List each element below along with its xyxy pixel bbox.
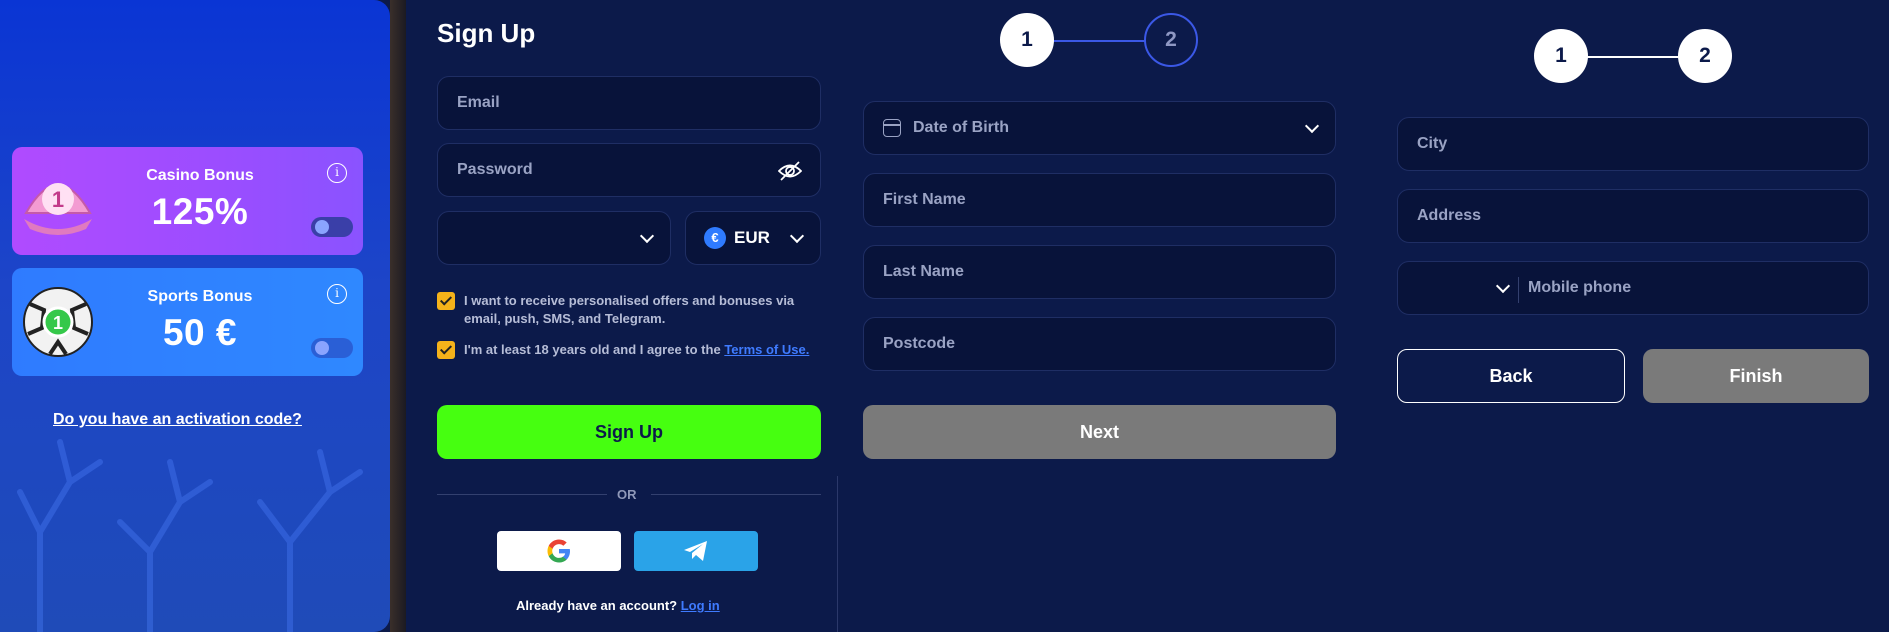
sign-up-button[interactable]: Sign Up [437, 405, 821, 459]
age-terms-checkbox[interactable] [437, 341, 455, 359]
dob-placeholder: Date of Birth [913, 119, 1009, 136]
address-field[interactable]: Address [1397, 189, 1869, 243]
terms-of-use-link[interactable]: Terms of Use. [724, 342, 809, 357]
step-2-indicator: 2 [1678, 29, 1732, 83]
postcode-placeholder: Postcode [883, 335, 956, 352]
password-placeholder: Password [457, 161, 533, 178]
address-placeholder: Address [1417, 207, 1482, 224]
activation-code-link[interactable]: Do you have an activation code? [53, 411, 302, 429]
step-1-indicator: 1 [1000, 13, 1054, 67]
last-name-placeholder: Last Name [883, 263, 964, 280]
log-in-link[interactable]: Log in [681, 598, 720, 613]
chevron-down-icon [789, 228, 805, 244]
google-login-button[interactable] [497, 531, 621, 571]
info-icon[interactable]: i [327, 284, 347, 304]
offers-checkbox[interactable] [437, 292, 455, 310]
casino-bonus-card[interactable]: 1 Casino Bonus 125% i [12, 147, 363, 255]
eye-off-icon[interactable] [778, 160, 802, 182]
login-prompt: Already have an account? Log in [516, 598, 720, 613]
google-icon [547, 539, 570, 563]
casino-bonus-title: Casino Bonus [146, 167, 254, 184]
column-divider [837, 476, 838, 632]
page: 1 Casino Bonus 125% i 1 Sports Bonus 50 … [0, 0, 1889, 632]
phone-code-divider [1518, 277, 1519, 303]
city-field[interactable]: City [1397, 117, 1869, 171]
or-label: OR [617, 487, 637, 502]
telegram-icon [684, 541, 707, 561]
account-prompt-text: Already have an account? [516, 598, 681, 613]
country-select[interactable] [437, 211, 671, 265]
back-button[interactable]: Back [1397, 349, 1625, 403]
mobile-phone-field[interactable] [1397, 261, 1869, 315]
offers-consent-text: I want to receive personalised offers an… [464, 293, 795, 326]
page-title: Sign Up [437, 18, 536, 48]
calendar-icon [883, 119, 901, 137]
chevron-down-icon [639, 228, 655, 244]
step-1-indicator: 1 [1534, 29, 1588, 83]
chevron-down-icon [1304, 118, 1320, 134]
telegram-login-button[interactable] [634, 531, 758, 571]
next-button[interactable]: Next [863, 405, 1336, 459]
casino-bonus-toggle[interactable] [311, 217, 353, 237]
finish-button[interactable]: Finish [1643, 349, 1869, 403]
email-field[interactable]: Email [437, 76, 821, 130]
soccer-ball-icon: 1 [23, 287, 93, 357]
age-terms-text: I'm at least 18 years old and I agree to… [464, 341, 824, 359]
background-strip [390, 0, 406, 632]
last-name-field[interactable]: Last Name [863, 245, 1336, 299]
currency-value: EUR [734, 228, 770, 247]
shell-pearl-icon: 1 [24, 183, 92, 235]
or-divider-left [437, 494, 607, 495]
info-icon[interactable]: i [327, 163, 347, 183]
coral-decoration [17, 439, 363, 632]
sports-badge-number: 1 [53, 313, 63, 333]
password-field[interactable]: Password [437, 143, 821, 197]
sports-bonus-card[interactable]: 1 Sports Bonus 50 € i [12, 268, 363, 376]
mobile-phone-placeholder: Mobile phone [1528, 279, 1632, 296]
sports-bonus-title: Sports Bonus [147, 288, 253, 305]
step-2-indicator: 2 [1144, 13, 1198, 67]
sports-bonus-toggle[interactable] [311, 338, 353, 358]
euro-icon: € [704, 227, 726, 249]
chevron-down-icon[interactable] [1495, 278, 1511, 294]
casino-badge-number: 1 [52, 187, 64, 212]
postcode-field[interactable]: Postcode [863, 317, 1336, 371]
currency-select[interactable]: € EUR [685, 211, 821, 265]
first-name-field[interactable]: First Name [863, 173, 1336, 227]
bonus-panel: 1 Casino Bonus 125% i 1 Sports Bonus 50 … [0, 0, 390, 632]
email-placeholder: Email [457, 94, 500, 111]
sports-bonus-value: 50 € [162, 312, 237, 353]
first-name-placeholder: First Name [883, 191, 966, 208]
casino-bonus-value: 125% [151, 191, 249, 232]
date-of-birth-select[interactable]: Date of Birth [863, 101, 1336, 155]
age-consent-prefix: I'm at least 18 years old and I agree to… [464, 342, 725, 357]
or-divider-right [651, 494, 821, 495]
city-placeholder: City [1417, 135, 1448, 152]
